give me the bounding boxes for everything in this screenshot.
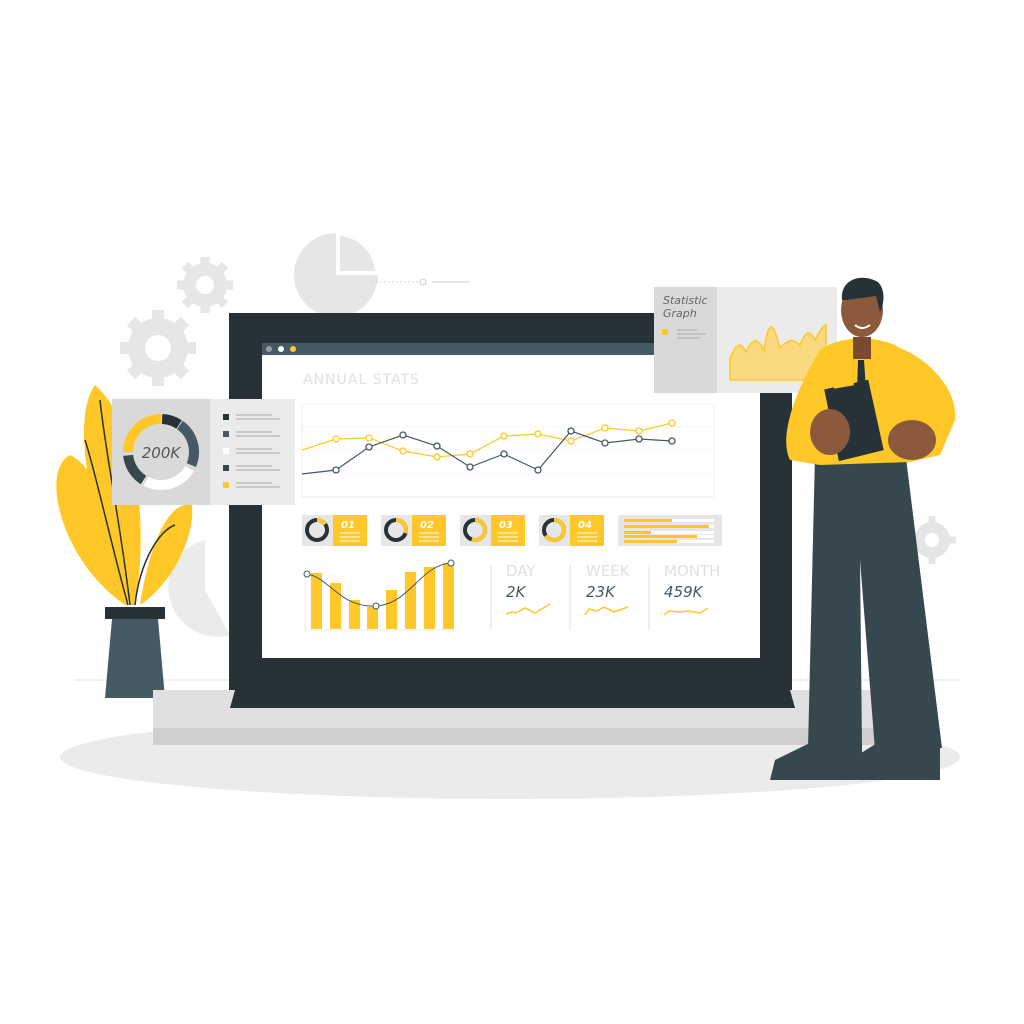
stat-label-day: DAY <box>506 562 536 580</box>
kpi-label: 01 <box>341 520 355 531</box>
stat-value-week: 23K <box>586 583 616 601</box>
kpi-label: 02 <box>420 520 434 531</box>
pie-chart-icon <box>294 233 378 317</box>
kpi-label: 04 <box>578 520 592 531</box>
series-point-dark <box>433 442 441 450</box>
series-point-yellow <box>567 437 575 445</box>
screen-title: ANNUAL STATS <box>303 372 420 388</box>
legend-swatch <box>223 431 229 437</box>
bar <box>386 590 397 629</box>
bar <box>367 607 378 629</box>
series-point-dark <box>365 443 373 451</box>
stat-label-month: MONTH <box>664 562 720 580</box>
connector-node <box>419 278 427 286</box>
series-point-yellow <box>399 447 407 455</box>
series-point-dark <box>332 466 340 474</box>
series-point-yellow <box>635 427 643 435</box>
trend-point <box>303 570 311 578</box>
stat-label-week: WEEK <box>586 562 631 580</box>
window-dot-1[interactable] <box>266 346 272 352</box>
series-point-dark <box>399 431 407 439</box>
trend-point <box>372 602 380 610</box>
series-point-yellow <box>500 432 508 440</box>
window-dot-3[interactable] <box>290 346 296 352</box>
legend-swatch <box>223 414 229 420</box>
series-point-yellow <box>534 430 542 438</box>
series-point-dark <box>534 466 542 474</box>
gear-icon <box>120 310 196 386</box>
series-point-yellow <box>433 453 441 461</box>
progress-bars-card <box>618 515 722 546</box>
donut-center-value: 200K <box>142 444 182 462</box>
series-point-dark <box>601 439 609 447</box>
bar <box>443 563 454 629</box>
graph-card-title: Statistic <box>663 294 708 307</box>
window-dot-2[interactable] <box>278 346 284 352</box>
graph-card-title: Graph <box>663 307 697 320</box>
bar <box>405 572 416 629</box>
trend-point <box>447 559 455 567</box>
series-point-dark <box>500 450 508 458</box>
series-point-dark <box>668 437 676 445</box>
stat-value-day: 2K <box>506 583 527 601</box>
series-point-dark <box>567 427 575 435</box>
series-point-yellow <box>365 434 373 442</box>
series-point-yellow <box>601 424 609 432</box>
bar <box>330 583 341 629</box>
series-point-yellow <box>668 419 676 427</box>
stat-value-month: 459K <box>664 583 704 601</box>
illustration: ANNUAL STATS 01 02 03 04 DAY 2K WEEK 23K… <box>56 233 960 799</box>
series-point-dark <box>635 435 643 443</box>
donut-card: 200K <box>112 399 295 505</box>
legend-swatch <box>223 482 229 488</box>
series-point-dark <box>466 463 474 471</box>
legend-swatch <box>223 465 229 471</box>
kpi-label: 03 <box>499 520 513 531</box>
gear-icon <box>177 257 233 313</box>
legend-swatch <box>223 448 229 454</box>
series-point-yellow <box>332 435 340 443</box>
series-point-yellow <box>466 450 474 458</box>
bar <box>424 567 435 629</box>
bar <box>311 573 322 629</box>
